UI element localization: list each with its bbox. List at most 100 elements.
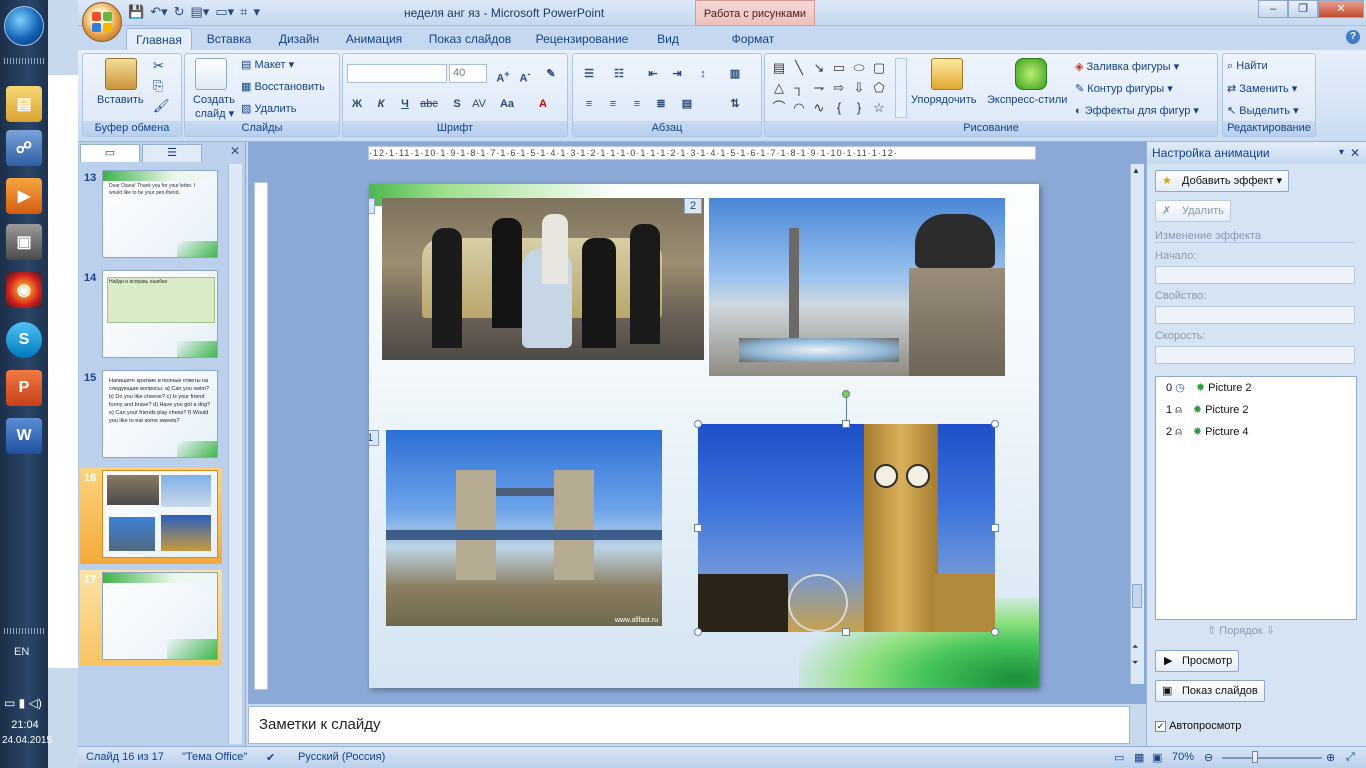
notes-pane[interactable]: Заметки к слайду	[248, 706, 1130, 744]
oval-shape-icon[interactable]: ⬭	[849, 58, 869, 78]
shape-fill-button[interactable]: ◈ Заливка фигуры ▾	[1075, 60, 1179, 73]
underline-icon[interactable]: Ч	[395, 94, 415, 113]
delete-slide-button[interactable]: ▧ Удалить	[241, 102, 296, 115]
move-up-icon[interactable]: ⇧	[1207, 625, 1219, 637]
column-layout-icon[interactable]: ▤	[677, 94, 697, 113]
format-painter-icon[interactable]: 🖌	[153, 98, 170, 114]
scroll-thumb[interactable]	[1132, 584, 1142, 608]
zoom-out-icon[interactable]: ⊖	[1204, 751, 1213, 764]
customize-icon[interactable]: ▤▾	[191, 4, 210, 20]
elbow-shape-icon[interactable]: ┐	[789, 78, 809, 98]
zoom-level[interactable]: 70%	[1172, 751, 1194, 763]
zoom-in-icon[interactable]: ⊕	[1326, 751, 1335, 764]
tab-design[interactable]: Дизайн	[268, 28, 330, 50]
resize-handle-w[interactable]	[694, 524, 702, 532]
right-arrow-shape-icon[interactable]: ⇨	[829, 78, 849, 98]
align-center-icon[interactable]: ≡	[603, 94, 623, 113]
paste-button[interactable]: Вставить	[97, 94, 144, 106]
language-status[interactable]: Русский (Россия)	[298, 751, 385, 763]
language-indicator[interactable]: EN	[14, 646, 29, 658]
remove-effect-button[interactable]: ✗ Удалить	[1155, 200, 1231, 222]
speed-combo[interactable]	[1155, 346, 1355, 364]
normal-view-icon[interactable]: ▭	[1114, 751, 1124, 764]
tab-format[interactable]: Формат	[706, 28, 800, 50]
slide-canvas[interactable]: www.allfast.ru 0 2 1	[369, 184, 1039, 688]
scroll-up-icon[interactable]: ▲	[1132, 166, 1140, 175]
resize-handle-se[interactable]	[991, 628, 999, 636]
slide-thumbnail-14[interactable]: 14 Найди и исправь ошибки	[80, 268, 222, 364]
add-effect-button[interactable]: ★ Добавить эффект ▾	[1155, 170, 1290, 192]
slide-sorter-icon[interactable]: ▦	[1134, 751, 1144, 764]
textbox-shape-icon[interactable]: ▤	[769, 58, 789, 78]
animation-tag-2[interactable]: 2	[684, 198, 702, 214]
new-slide-icon[interactable]	[195, 58, 227, 90]
change-case-icon[interactable]: Aa	[497, 94, 517, 113]
down-arrow-shape-icon[interactable]: ⇩	[849, 78, 869, 98]
reset-button[interactable]: ▦ Восстановить	[241, 80, 325, 93]
tab-outline[interactable]: ☰	[142, 144, 202, 162]
decrease-indent-icon[interactable]: ⇤	[643, 64, 663, 83]
numbering-icon[interactable]: ☷	[609, 64, 629, 83]
close-pane-icon[interactable]: ✕	[230, 144, 240, 158]
arrange-button[interactable]: Упорядочить	[911, 94, 976, 106]
autopreview-checkbox[interactable]: ✓ Автопросмотр	[1155, 720, 1241, 732]
media-player-icon[interactable]: ▶	[6, 178, 42, 214]
network-icon[interactable]: ☍	[6, 130, 42, 166]
new-slide-button[interactable]: Создать	[193, 94, 235, 106]
tray-icons[interactable]: ▭ ▮ ◁)	[4, 696, 42, 710]
word-icon[interactable]: W	[6, 418, 42, 454]
star-shape-icon[interactable]: ☆	[869, 98, 889, 118]
font-name-box[interactable]	[347, 64, 447, 83]
browser-icon[interactable]: ◉	[6, 272, 42, 308]
undo-icon[interactable]: ↶▾	[150, 4, 167, 20]
resize-handle-nw[interactable]	[694, 420, 702, 428]
cut-icon[interactable]: ✂	[153, 58, 164, 74]
resize-handle-sw[interactable]	[694, 628, 702, 636]
preview-button[interactable]: ▶ Просмотр	[1155, 650, 1240, 672]
shadow-icon[interactable]: S	[447, 94, 467, 113]
tab-home[interactable]: Главная	[126, 28, 192, 50]
text-direction-icon[interactable]: ⇅	[725, 94, 745, 113]
clear-format-icon[interactable]: ✎	[541, 64, 561, 83]
find-button[interactable]: ⌕ Найти	[1227, 60, 1268, 73]
slides-pane-scrollbar[interactable]	[228, 164, 242, 744]
font-size-box[interactable]: 40	[449, 64, 487, 83]
line-spacing-icon[interactable]: ↕	[693, 64, 713, 83]
brace-left-icon[interactable]: {	[829, 98, 849, 118]
picture-tower-bridge[interactable]: www.allfast.ru	[386, 430, 662, 626]
rotation-handle[interactable]	[842, 390, 850, 398]
computer-icon[interactable]: ▣	[6, 224, 42, 260]
brace-right-icon[interactable]: }	[849, 98, 869, 118]
arc-shape-icon[interactable]: ◠	[789, 98, 809, 118]
elbow-arrow-shape-icon[interactable]: ⇁	[809, 78, 829, 98]
animation-tag-1[interactable]: 1	[369, 430, 379, 446]
resize-handle-n[interactable]	[842, 420, 850, 428]
powerpoint-icon[interactable]: P	[6, 370, 42, 406]
triangle-shape-icon[interactable]: △	[769, 78, 789, 98]
align-left-icon[interactable]: ≡	[579, 94, 599, 113]
slide-thumbnail-16[interactable]: 16	[80, 468, 222, 564]
slideshow-button[interactable]: ▣ Показ слайдов	[1155, 680, 1265, 702]
strikethrough-icon[interactable]: abc	[419, 94, 439, 113]
animation-item[interactable]: 2 ⍝ ✸ Picture 4	[1166, 425, 1249, 439]
fit-slide-icon[interactable]: ⤢	[1346, 751, 1355, 764]
columns-icon[interactable]: ▥	[725, 64, 745, 83]
quick-styles-icon[interactable]	[1015, 58, 1047, 90]
theme-name[interactable]: "Тема Office"	[182, 751, 247, 763]
editor-scrollbar[interactable]: ▲ ⏶ ⏷	[1130, 164, 1144, 684]
tab-slideshow[interactable]: Показ слайдов	[424, 28, 516, 50]
tab-review[interactable]: Рецензирование	[530, 28, 634, 50]
shapes-gallery[interactable]: ▤ ╲ ↘ ▭ ⬭ ▢ △ ┐ ⇁ ⇨ ⇩ ⬠ ⌒ ◠ ∿{} ☆	[769, 58, 895, 118]
spellcheck-icon[interactable]: ✔	[266, 751, 275, 764]
shape-outline-button[interactable]: ✎ Контур фигуры ▾	[1075, 82, 1173, 95]
slideshow-view-icon[interactable]: ▣	[1152, 751, 1162, 764]
tab-animation[interactable]: Анимация	[336, 28, 412, 50]
redo-icon[interactable]: ↻	[174, 4, 185, 20]
skype-icon[interactable]: S	[6, 322, 42, 358]
shapes-more-button[interactable]	[895, 58, 907, 118]
slide-thumbnail-17[interactable]: 17	[80, 570, 222, 666]
move-down-icon[interactable]: ⇩	[1266, 625, 1275, 637]
resize-handle-e[interactable]	[991, 524, 999, 532]
slide-icon[interactable]: ▭▾	[215, 4, 234, 20]
new-slide-dropdown[interactable]: слайд ▾	[195, 107, 234, 120]
